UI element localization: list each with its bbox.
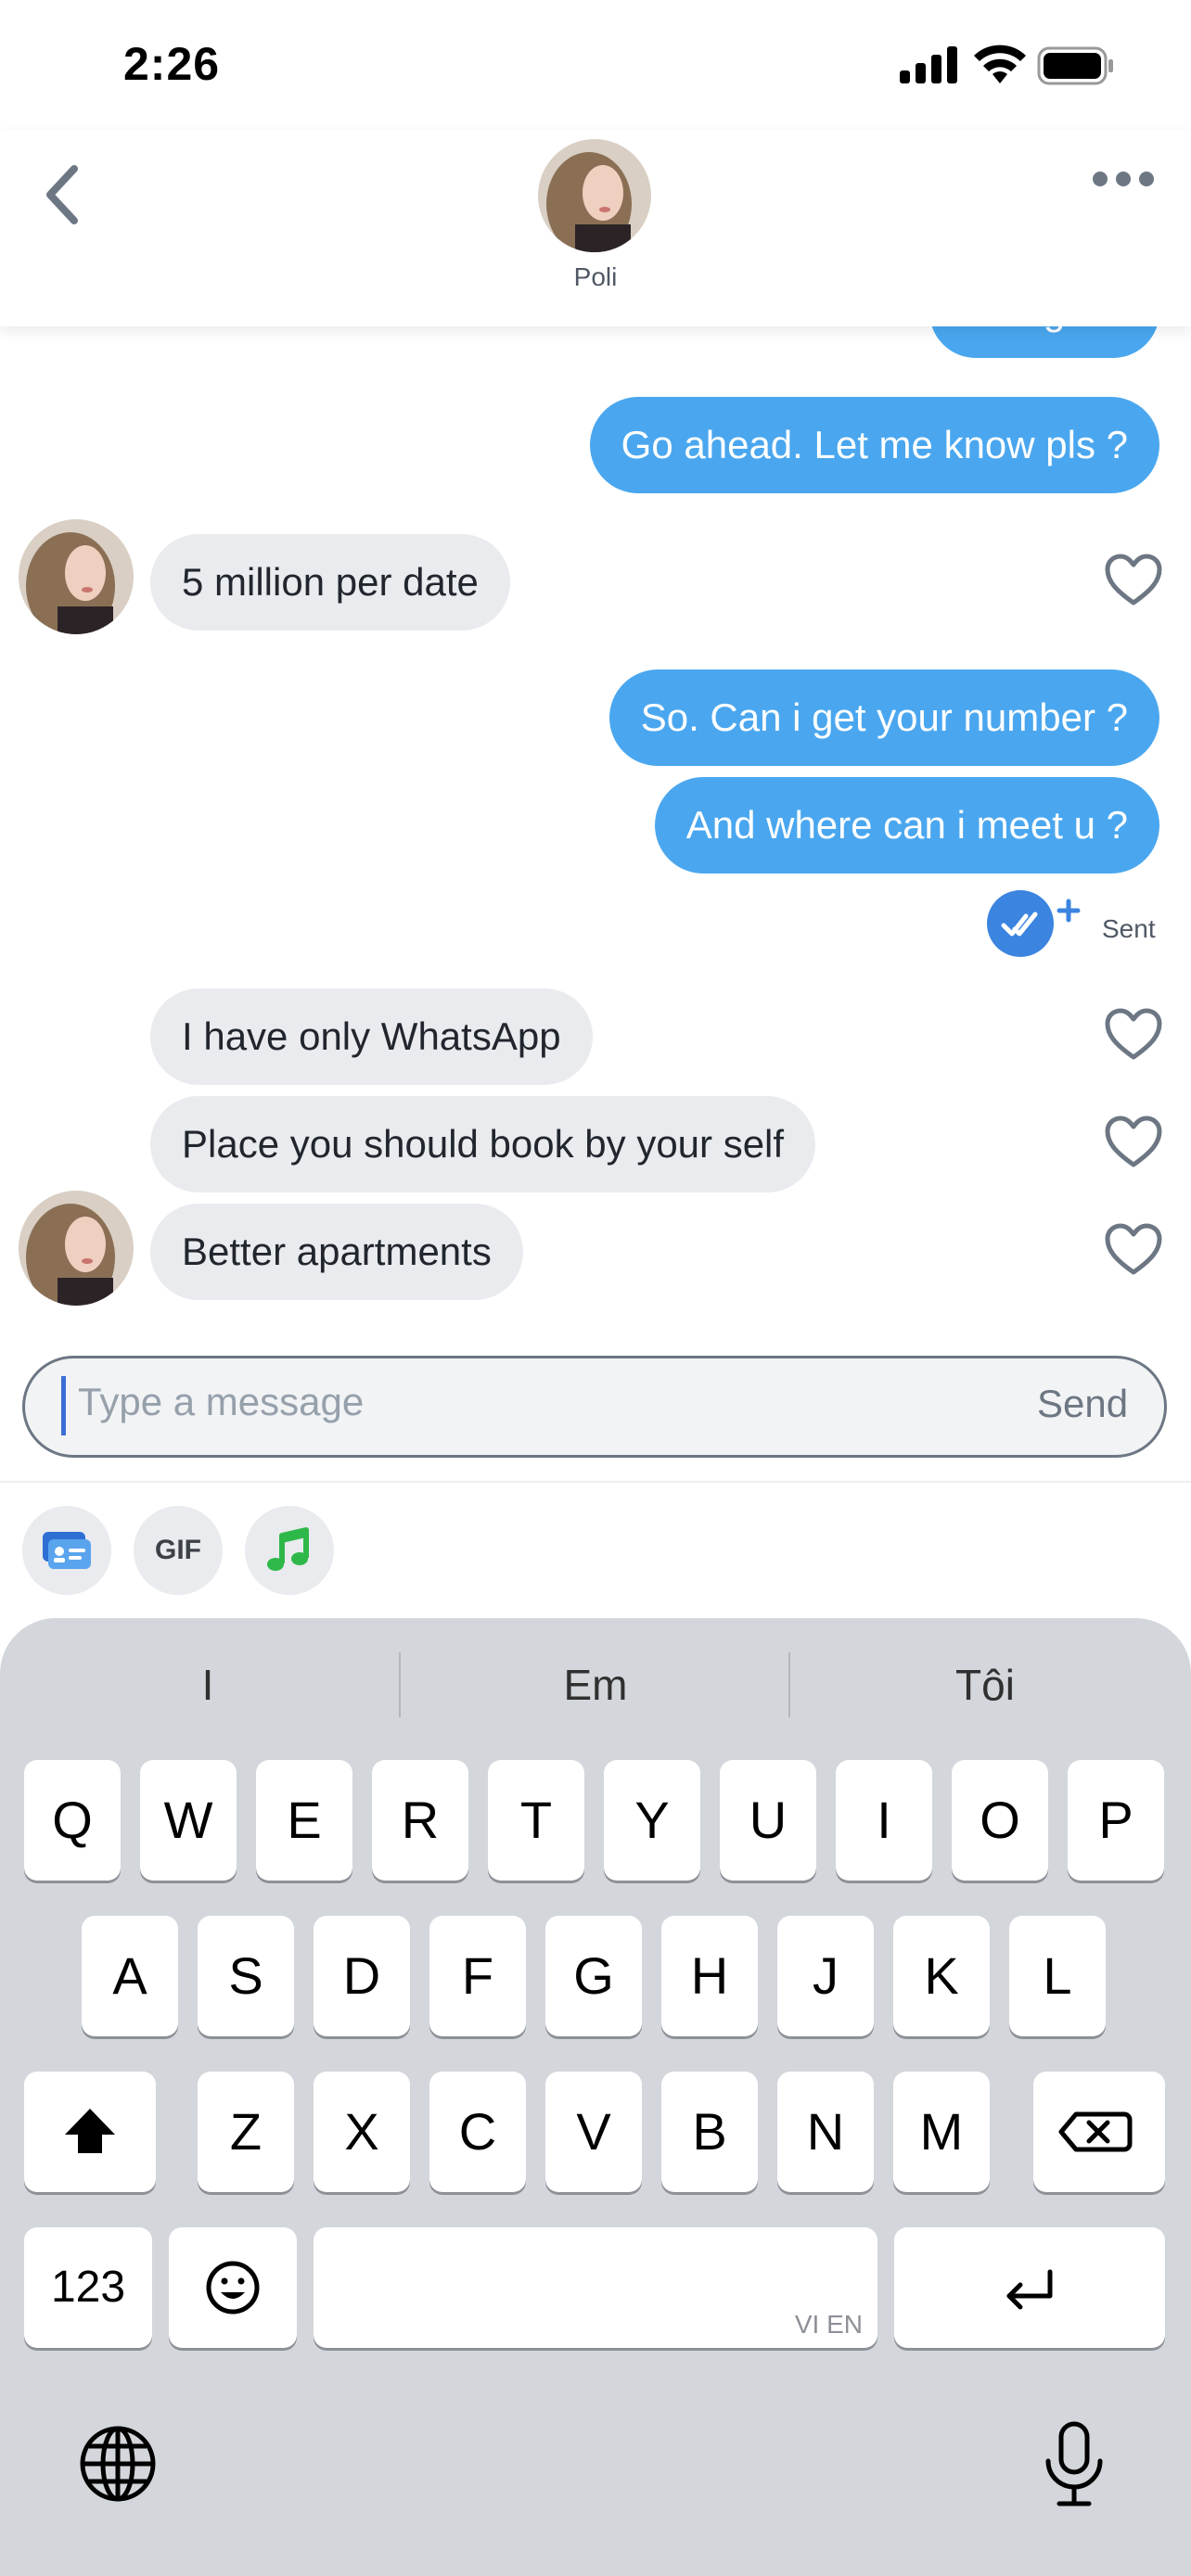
sender-avatar[interactable] (19, 1191, 134, 1306)
return-arrow-icon (1006, 2269, 1053, 2310)
microphone-icon[interactable] (1039, 2420, 1109, 2509)
space-key[interactable]: VI EN (314, 2227, 877, 2348)
key-h[interactable]: H (661, 1916, 758, 2036)
key-o[interactable]: O (952, 1760, 1048, 1881)
suggestion-1[interactable]: I (69, 1660, 347, 1710)
emoji-smiley-icon (206, 2261, 260, 2315)
match-name[interactable]: Poli (519, 262, 672, 292)
music-note-icon (267, 1527, 309, 1571)
key-a[interactable]: A (82, 1916, 178, 2036)
key-z[interactable]: Z (198, 2072, 294, 2192)
key-l[interactable]: L (1009, 1916, 1106, 2036)
key-c[interactable]: C (429, 2072, 526, 2192)
text-cursor (61, 1376, 66, 1435)
key-n[interactable]: N (777, 2072, 874, 2192)
sent-status-label: Sent (1102, 914, 1156, 943)
key-p[interactable]: P (1068, 1760, 1164, 1881)
like-heart-icon[interactable] (1104, 1007, 1163, 1063)
status-time: 2:26 (123, 38, 221, 90)
match-avatar[interactable] (538, 139, 651, 252)
numbers-key[interactable]: 123 (24, 2227, 152, 2348)
suggestion-separator (399, 1652, 401, 1717)
key-t[interactable]: T (488, 1760, 584, 1881)
gif-button[interactable]: GIF (134, 1506, 223, 1595)
sent-read-receipt-icon (987, 890, 1081, 957)
wifi-icon (974, 45, 1026, 83)
backspace-key[interactable] (1033, 2072, 1165, 2192)
key-v[interactable]: V (545, 2072, 642, 2192)
key-r[interactable]: R (372, 1760, 468, 1881)
gif-label: GIF (155, 1535, 201, 1565)
send-button[interactable]: Send (1037, 1382, 1128, 1426)
key-u[interactable]: U (720, 1760, 816, 1881)
message-bubble-outgoing[interactable]: So. Can i get your number ? (608, 670, 1159, 766)
like-heart-icon[interactable] (1104, 1115, 1163, 1170)
contact-card-icon (43, 1532, 91, 1569)
music-button[interactable] (245, 1506, 334, 1595)
key-f[interactable]: F (429, 1916, 526, 2036)
key-s[interactable]: S (198, 1916, 294, 2036)
message-bubble-incoming[interactable]: Place you should book by your self (150, 1096, 816, 1192)
cellular-signal-icon (900, 46, 957, 83)
contact-card-button[interactable] (22, 1506, 111, 1595)
key-y[interactable]: Y (604, 1760, 700, 1881)
message-bubble-outgoing[interactable]: And where can i meet u ? (654, 777, 1159, 874)
return-key[interactable] (894, 2227, 1165, 2348)
key-b[interactable]: B (661, 2072, 758, 2192)
emoji-key[interactable] (169, 2227, 297, 2348)
shift-key[interactable] (24, 2072, 156, 2192)
suggestion-2[interactable]: Em (456, 1660, 735, 1710)
message-bubble-incoming[interactable]: Better apartments (150, 1204, 523, 1300)
key-x[interactable]: X (314, 2072, 410, 2192)
message-bubble-incoming[interactable]: I have only WhatsApp (150, 988, 593, 1085)
like-heart-icon[interactable] (1104, 553, 1163, 608)
message-bubble-outgoing[interactable]: Go ahead. Let me know pls ? (589, 397, 1159, 493)
suggestion-3[interactable]: Tôi (846, 1660, 1124, 1710)
key-i[interactable]: I (836, 1760, 932, 1881)
key-g[interactable]: G (545, 1916, 642, 2036)
key-w[interactable]: W (140, 1760, 237, 1881)
more-options-icon[interactable] (1091, 165, 1156, 193)
composer-divider (0, 1481, 1191, 1483)
space-language-hint: VI EN (794, 2310, 863, 2339)
key-q[interactable]: Q (24, 1760, 121, 1881)
battery-icon (1037, 46, 1113, 85)
shift-arrow-icon (65, 2109, 115, 2153)
suggestion-separator (788, 1652, 790, 1717)
key-k[interactable]: K (893, 1916, 990, 2036)
message-input-placeholder: Type a message (78, 1380, 365, 1423)
key-j[interactable]: J (777, 1916, 874, 2036)
key-m[interactable]: M (893, 2072, 990, 2192)
globe-icon[interactable] (78, 2424, 158, 2504)
backspace-icon (1058, 2111, 1133, 2152)
sender-avatar[interactable] (19, 519, 134, 634)
like-heart-icon[interactable] (1104, 1222, 1163, 1278)
key-d[interactable]: D (314, 1916, 410, 2036)
back-chevron-icon[interactable] (37, 158, 93, 232)
message-bubble-incoming[interactable]: 5 million per date (150, 534, 510, 631)
key-e[interactable]: E (256, 1760, 352, 1881)
